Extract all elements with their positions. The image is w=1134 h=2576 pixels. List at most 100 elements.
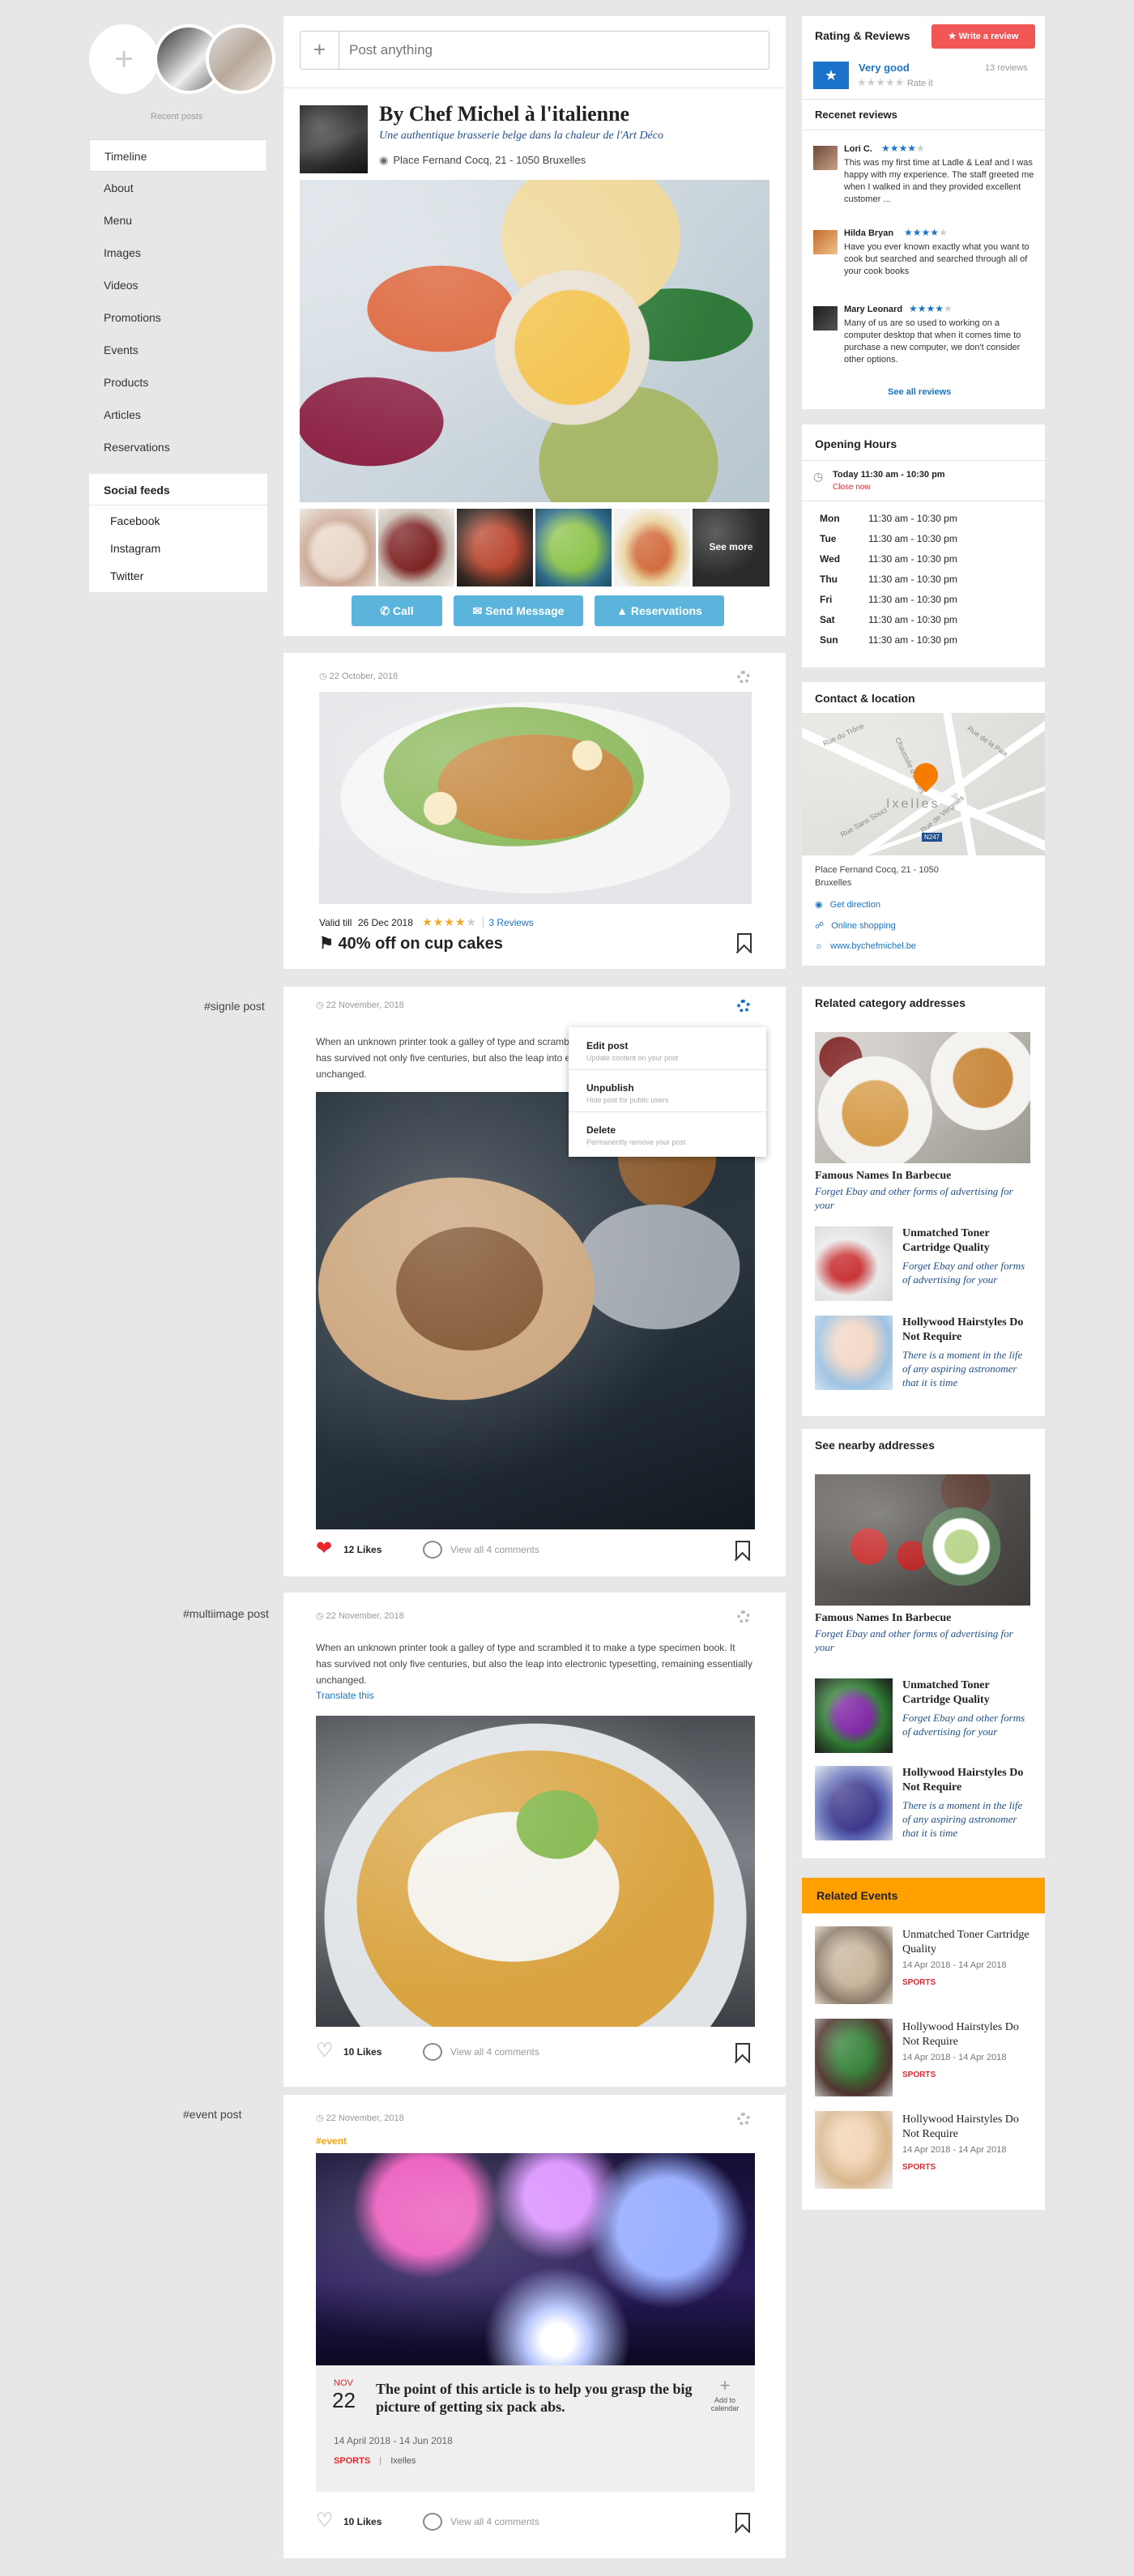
single-post-likes: 12 Likes — [343, 1544, 382, 1555]
event-thumb[interactable] — [815, 1926, 893, 2004]
nav-events[interactable]: Events — [89, 334, 267, 366]
related-big-title[interactable]: Famous Names In Barbecue — [815, 1170, 951, 1183]
multi-post-image[interactable] — [316, 1716, 755, 2027]
related-thumb[interactable] — [815, 1316, 893, 1390]
bookmark-icon[interactable] — [735, 2513, 750, 2532]
bookmark-icon[interactable] — [737, 933, 752, 953]
nearby-big-title[interactable]: Famous Names In Barbecue — [815, 1612, 951, 1625]
see-all-reviews-link[interactable]: See all reviews — [888, 387, 951, 397]
add-to-calendar[interactable]: + Add to calendar — [705, 2375, 745, 2412]
thumbnail[interactable] — [457, 509, 533, 586]
gear-icon[interactable] — [737, 2113, 750, 2126]
review-name: Mary Leonard — [844, 305, 903, 314]
thumbnail[interactable] — [614, 509, 690, 586]
related-big-image[interactable] — [815, 1032, 1030, 1163]
single-post-image[interactable] — [316, 1092, 755, 1529]
bookmark-icon[interactable] — [735, 2043, 750, 2062]
profile-card: + By Chef Michel à l'italienne Une authe… — [284, 16, 786, 636]
nav-menu[interactable]: Menu — [89, 204, 267, 237]
related-item-title[interactable]: Unmatched Toner Cartridge Quality — [902, 1226, 1032, 1256]
clock-icon: ◷ — [316, 1611, 324, 1621]
comment-icon[interactable] — [423, 2043, 442, 2061]
nearby-big-image[interactable] — [815, 1474, 1030, 1606]
menu-delete[interactable]: Delete Permanently remove your post — [569, 1113, 766, 1154]
translate-link[interactable]: Translate this — [316, 1690, 374, 1701]
menu-edit-post-title: Edit post — [586, 1040, 629, 1051]
event-item-category[interactable]: SPORTS — [902, 2163, 936, 2172]
related-thumb[interactable] — [815, 1226, 893, 1301]
composer-plus-icon[interactable]: + — [301, 32, 339, 69]
event-item-title[interactable]: Unmatched Toner Cartridge Quality — [902, 1928, 1035, 1957]
event-post-comments[interactable]: View all 4 comments — [450, 2516, 539, 2527]
nearby-thumb[interactable] — [815, 1678, 893, 1753]
promo-reviews-link[interactable]: 3 Reviews — [483, 917, 534, 928]
nearby-item-sub: Forget Ebay and other forms of advertisi… — [902, 1712, 1025, 1738]
event-thumb[interactable] — [815, 2019, 893, 2096]
event-category[interactable]: SPORTS — [334, 2456, 370, 2466]
related-item-title[interactable]: Hollywood Hairstyles Do Not Require — [902, 1316, 1032, 1345]
nearby-item-title[interactable]: Hollywood Hairstyles Do Not Require — [902, 1766, 1032, 1795]
comment-icon[interactable] — [423, 2513, 442, 2531]
rating-label: Very good — [859, 62, 910, 74]
review-stars: ★★★★★ — [909, 303, 953, 314]
composer-input[interactable] — [349, 40, 754, 61]
nav-videos[interactable]: Videos — [89, 269, 267, 301]
promo-valid-date: 26 Dec 2018 — [357, 917, 413, 928]
comment-icon[interactable] — [423, 1541, 442, 1559]
rate-it-stars[interactable]: ★★★★★ Rate it — [857, 76, 933, 89]
location-map[interactable]: Rue du Trône Rue de la Paix Chaussée d'I… — [802, 713, 1045, 855]
nearby-thumb[interactable] — [815, 1766, 893, 1840]
write-review-button[interactable]: ★ Write a review — [932, 24, 1035, 49]
website-link[interactable]: ☼ www.bychefmichel.be — [815, 941, 916, 951]
add-post-button[interactable]: + — [89, 24, 159, 94]
event-day: 22 — [332, 2388, 356, 2412]
bookmark-icon[interactable] — [735, 1541, 750, 1560]
get-direction-link[interactable]: ◉ Get direction — [815, 899, 880, 910]
heart-filled-icon[interactable]: ❤ — [316, 1539, 332, 1559]
menu-edit-post[interactable]: Edit post Update content on your post — [569, 1027, 766, 1068]
heart-outline-icon[interactable]: ♡ — [316, 2041, 334, 2061]
recent-post-avatar[interactable] — [206, 24, 275, 94]
thumbnail[interactable] — [378, 509, 454, 586]
event-item-title[interactable]: Hollywood Hairstyles Do Not Require — [902, 2020, 1035, 2049]
gear-icon[interactable] — [737, 1000, 750, 1013]
event-item-title[interactable]: Hollywood Hairstyles Do Not Require — [902, 2113, 1035, 2142]
nav-promotions[interactable]: Promotions — [89, 301, 267, 334]
promo-image[interactable] — [319, 692, 752, 904]
profile-hero-image[interactable] — [300, 180, 770, 502]
nav-articles[interactable]: Articles — [89, 399, 267, 431]
nav-reservations[interactable]: Reservations — [89, 431, 267, 463]
event-image[interactable] — [316, 2153, 755, 2365]
social-instagram[interactable]: Instagram — [110, 542, 160, 555]
nearby-item-title[interactable]: Unmatched Toner Cartridge Quality — [902, 1678, 1032, 1708]
hours-time: 11:30 am - 10:30 pm — [868, 574, 957, 585]
call-button[interactable]: ✆ Call — [352, 595, 442, 626]
social-twitter[interactable]: Twitter — [110, 569, 143, 582]
thumbnail[interactable] — [535, 509, 612, 586]
composer[interactable]: + — [300, 31, 770, 70]
menu-unpublish[interactable]: Unpublish Hide post for public users — [569, 1071, 766, 1111]
event-item-category[interactable]: SPORTS — [902, 1978, 936, 1987]
event-thumb[interactable] — [815, 2111, 893, 2189]
gear-icon[interactable] — [737, 671, 750, 684]
gear-icon[interactable] — [737, 1610, 750, 1623]
multi-post-comments[interactable]: View all 4 comments — [450, 2046, 539, 2058]
nav-timeline[interactable]: Timeline — [89, 139, 267, 172]
event-title[interactable]: The point of this article is to help you… — [376, 2380, 700, 2416]
event-item-category[interactable]: SPORTS — [902, 2071, 936, 2079]
single-post-comments[interactable]: View all 4 comments — [450, 1544, 539, 1555]
social-facebook[interactable]: Facebook — [110, 514, 160, 527]
event-hashtag[interactable]: #event — [316, 2135, 347, 2147]
nav-images[interactable]: Images — [89, 237, 267, 269]
event-item-dates: 14 Apr 2018 - 14 Apr 2018 — [902, 2053, 1007, 2062]
see-more-thumbnail[interactable]: See more — [693, 509, 770, 586]
online-shopping-link[interactable]: ☍ Online shopping — [815, 920, 896, 931]
reservations-button[interactable]: ▲ Reservations — [595, 595, 724, 626]
multi-post-text: When an unknown printer took a galley of… — [316, 1642, 752, 1686]
heart-outline-icon[interactable]: ♡ — [316, 2511, 334, 2531]
nav-about[interactable]: About — [89, 172, 267, 204]
send-message-button[interactable]: ✉ Send Message — [454, 595, 583, 626]
nav-products[interactable]: Products — [89, 366, 267, 399]
related-item-sub: There is a moment in the life of any asp… — [902, 1349, 1023, 1388]
thumbnail[interactable] — [300, 509, 376, 586]
